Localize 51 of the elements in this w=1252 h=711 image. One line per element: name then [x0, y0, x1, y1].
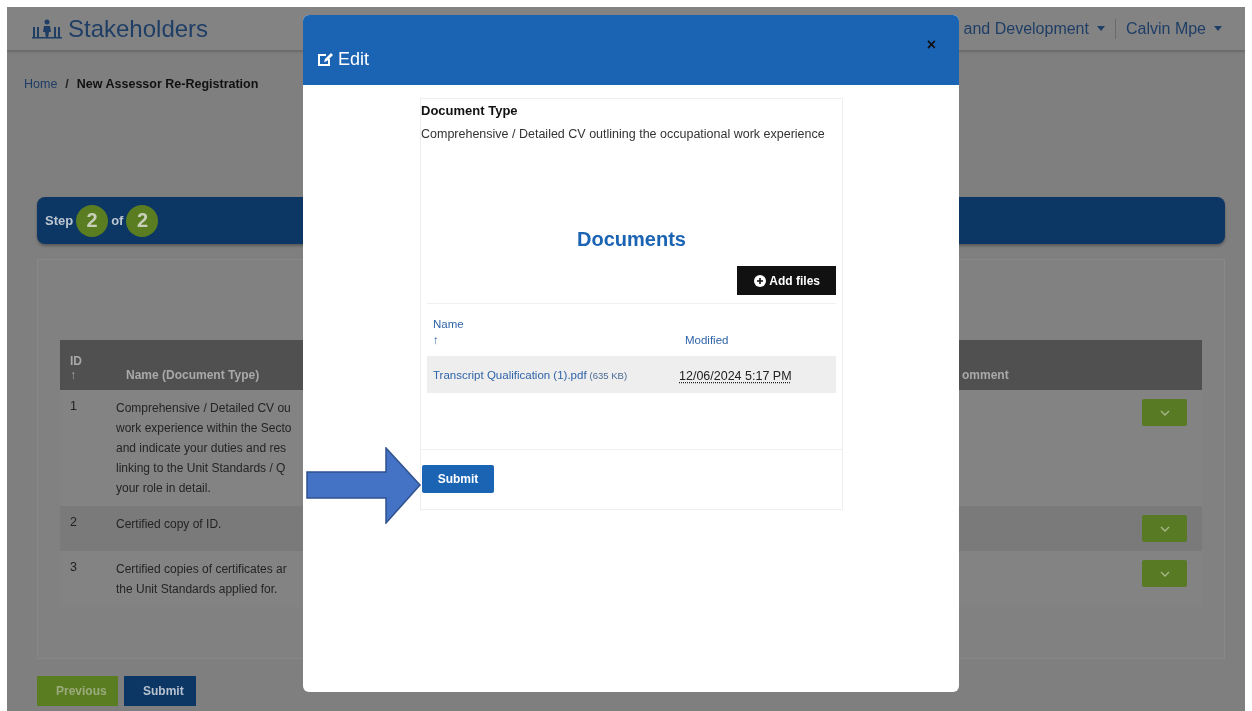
chevron-down-icon	[1159, 570, 1170, 577]
breadcrumb-current: New Assessor Re-Registration	[76, 77, 259, 91]
step-label: of	[111, 213, 124, 228]
modal-title: Edit	[338, 49, 370, 70]
section-heading: Documents	[577, 228, 686, 251]
header-menu[interactable]: Calvin Mpe	[1115, 19, 1232, 38]
dropdown-button[interactable]	[1142, 399, 1187, 426]
step-label: Step	[45, 213, 74, 228]
brand-title: Stakeholders	[68, 14, 209, 43]
breadcrumb-link[interactable]: Home	[24, 77, 58, 91]
add-files-button[interactable]: Add files	[737, 266, 836, 295]
file-size: (635 KB)	[589, 369, 628, 381]
chevron-down-icon	[1159, 525, 1170, 532]
field-value: Comprehensive / Detailed CV outlining the occupational work experience	[421, 127, 826, 141]
plus-circle-icon	[754, 274, 767, 287]
edit-icon	[316, 51, 333, 68]
table-cell-text: 1	[69, 399, 78, 415]
table-cell-text: 2	[69, 515, 78, 531]
header-menu[interactable]: and Development	[963, 19, 1115, 38]
dropdown-button[interactable]	[1142, 560, 1187, 587]
caret-icon	[1214, 26, 1222, 31]
table-cell-text: and indicate your duties and res	[116, 440, 287, 457]
table-cell-text: Certified copies of certificates ar	[116, 561, 287, 578]
field-label: Document Type	[421, 103, 519, 118]
column-header[interactable]: omment	[962, 368, 1009, 382]
dropdown-button[interactable]	[1142, 515, 1187, 542]
sort-arrow[interactable]: ↑	[70, 368, 76, 382]
caret-icon	[1096, 26, 1105, 31]
table-cell-text: the Unit Standards applied for.	[116, 581, 278, 598]
table-cell-text: linking to the Unit Standards / Q	[116, 460, 286, 477]
table-cell-text: 3	[69, 560, 78, 576]
breadcrumb-separator: /	[65, 77, 69, 91]
column-header[interactable]: Modified	[685, 334, 836, 346]
step-number: 2	[76, 204, 109, 237]
column-header[interactable]: Name	[433, 318, 679, 330]
column-header[interactable]: ID	[70, 354, 82, 368]
modified-date: 12/06/2024 5:17 PM	[679, 368, 792, 383]
close-button[interactable]: ×	[923, 37, 939, 53]
previous-button[interactable]: Previous	[37, 676, 118, 706]
table-cell-text: work experience within the Secto	[116, 420, 292, 437]
submit-button[interactable]: Submit	[422, 465, 494, 493]
chevron-down-icon	[1159, 409, 1170, 416]
table-cell-text: Comprehensive / Detailed CV ou	[116, 400, 291, 417]
file-link[interactable]: Transcript Qualification (1).pdf	[433, 368, 587, 381]
sort-arrow[interactable]: ↑	[433, 334, 679, 346]
table-cell-text: Certified copy of ID.	[116, 516, 222, 533]
table-cell-text: your role in detail.	[116, 480, 211, 497]
step-total: 2	[126, 204, 159, 237]
column-header[interactable]: Name (Document Type)	[126, 368, 260, 382]
logo-icon	[32, 18, 62, 39]
submit-button[interactable]: Submit	[124, 676, 196, 706]
